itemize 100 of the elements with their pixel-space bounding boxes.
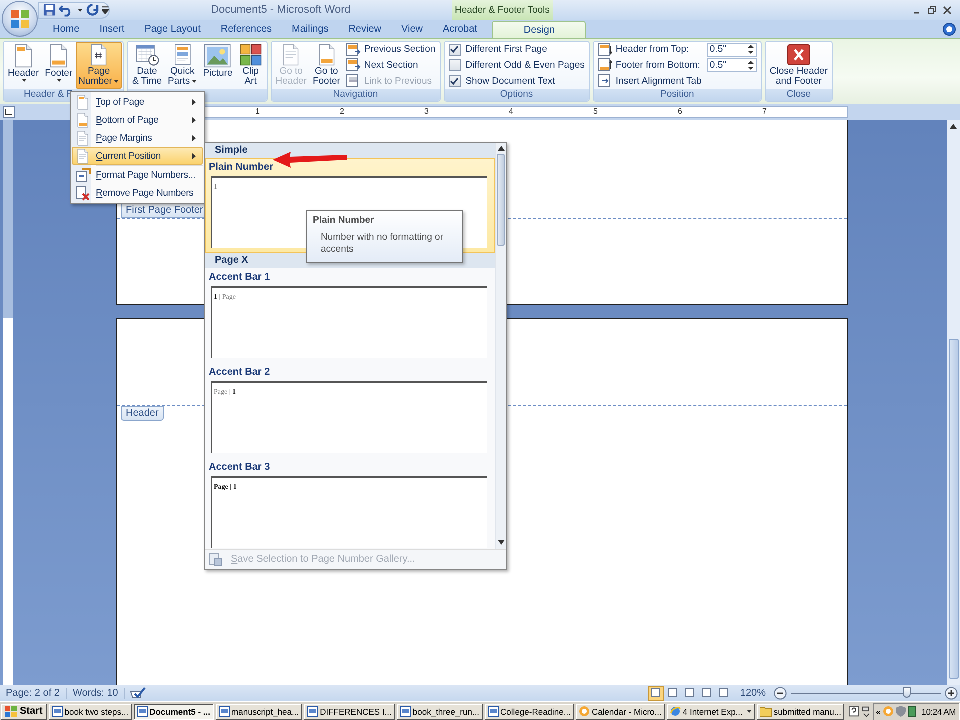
spinner-arrows-icon[interactable] [748, 60, 754, 71]
taskbar-button[interactable]: submitted manu... [756, 704, 844, 720]
document-icon [488, 706, 499, 717]
checkbox[interactable] [448, 75, 461, 88]
ribbon-button[interactable]: Quick Parts [165, 42, 200, 89]
show-hidden-icons-button[interactable]: « [876, 706, 881, 716]
ribbon-button[interactable]: Header [5, 42, 42, 89]
ribbon-button[interactable]: Footer [42, 42, 76, 89]
ribbon-small-button[interactable]: Insert Alignment Tab [598, 74, 757, 89]
taskbar-button[interactable]: Document5 - ... [134, 704, 214, 720]
menu-item[interactable]: Page Margins [72, 129, 203, 147]
taskbar-button[interactable]: manuscript_hea... [216, 704, 302, 720]
start-button[interactable]: Start [1, 704, 47, 720]
ruler-number: 7 [762, 107, 768, 117]
page-icon [49, 44, 69, 68]
checkbox[interactable] [448, 59, 461, 72]
ribbon-tab[interactable]: Review [340, 21, 390, 38]
scrollbar[interactable] [947, 120, 960, 685]
zoom-in-icon[interactable] [945, 686, 958, 700]
restore-icon[interactable] [928, 6, 937, 14]
scrollbar[interactable] [495, 143, 506, 549]
ribbon-button[interactable]: Go to Footer [310, 42, 344, 89]
window-title: Document5 - Microsoft Word [211, 4, 351, 16]
ribbon-button[interactable]: Clip Art [236, 42, 266, 89]
zoom-slider-thumb[interactable] [902, 686, 910, 698]
ribbon-tab[interactable]: Home [44, 21, 89, 38]
ruler-toggle-icon[interactable] [3, 106, 15, 118]
save-to-gallery-icon [209, 552, 223, 566]
word-count[interactable]: Words: 10 [66, 688, 126, 698]
zoom-out-icon[interactable] [774, 686, 787, 700]
close-icon [786, 44, 811, 66]
link-icon [346, 74, 362, 88]
calendar-app-icon [578, 706, 590, 717]
ribbon-button[interactable]: Picture [200, 42, 236, 89]
page-count[interactable]: Page: 2 of 2 [0, 688, 67, 698]
submenu-arrow-icon [192, 98, 196, 106]
menu-item[interactable]: Top of Page [72, 93, 203, 111]
menu-item[interactable]: Current Position [72, 147, 203, 165]
menu-item[interactable]: Remove Page Numbers [72, 184, 203, 202]
caret-icon [746, 710, 752, 713]
spin-label: Footer from Bottom: [616, 60, 702, 71]
network-icon[interactable] [862, 706, 872, 718]
customize-icon[interactable] [102, 6, 109, 14]
save-icon[interactable] [43, 3, 56, 17]
scroll-up-icon[interactable] [498, 146, 504, 151]
scroll-down-icon[interactable] [498, 540, 504, 545]
tooltip-title: Plain Number [313, 215, 376, 226]
device-icon[interactable] [908, 706, 916, 717]
spin-field[interactable]: 0.5" [706, 58, 757, 72]
gallery-section-heading: Simple [205, 143, 495, 158]
taskbar-button[interactable]: 4 Internet Exp... [666, 704, 755, 720]
ribbon-tab[interactable]: Acrobat [434, 21, 486, 38]
ribbon-tab[interactable]: References [212, 21, 282, 38]
scroll-thumb[interactable] [948, 339, 958, 679]
ribbon-tab[interactable]: Mailings [283, 21, 338, 38]
submenu-arrow-icon [192, 134, 196, 142]
taskbar-button[interactable]: book two steps... [48, 704, 132, 720]
taskbar-button[interactable]: College-Readine... [484, 704, 574, 720]
ruler-number: 6 [678, 107, 684, 117]
undo-icon[interactable] [59, 3, 73, 17]
caret-icon [22, 79, 28, 82]
ruler-number: 3 [424, 107, 430, 117]
help-icon[interactable] [849, 706, 860, 717]
ruler-number: 4 [509, 107, 514, 117]
taskbar-button[interactable]: book_three_run... [396, 704, 483, 720]
ribbon-tab[interactable]: Insert [90, 21, 134, 38]
scroll-thumb[interactable] [497, 154, 505, 246]
group-label: Close [786, 89, 812, 100]
ribbon-tab[interactable]: Page Layout [136, 21, 210, 38]
close-icon[interactable] [943, 6, 952, 14]
ruler-number: 5 [594, 107, 599, 117]
ribbon-small-button[interactable]: Next Section [346, 58, 436, 73]
page-icon [77, 148, 89, 164]
ribbon-tab[interactable]: Design [492, 21, 586, 38]
header-tag: Header [121, 406, 164, 421]
page-icon [282, 44, 300, 66]
taskbar-button[interactable]: DIFFERENCES I... [304, 704, 395, 720]
proofing-icon[interactable] [129, 686, 148, 700]
menu-item[interactable]: Format Page Numbers... [72, 166, 203, 184]
view-button[interactable] [648, 686, 664, 700]
ribbon-button[interactable]: Page Number [76, 42, 122, 89]
folder-icon [760, 706, 772, 716]
ribbon-tab[interactable]: View [392, 21, 432, 38]
ribbon-button[interactable]: Date & Time [129, 42, 165, 89]
page-icon [14, 44, 34, 68]
menu-item[interactable]: Bottom of Page [72, 111, 203, 129]
checkbox[interactable] [448, 44, 461, 56]
zoom-level[interactable]: 120% [740, 688, 766, 698]
caret-icon [78, 8, 83, 12]
context-tab-header: Header & Footer Tools [452, 0, 553, 20]
redo-icon[interactable] [86, 3, 100, 17]
spinner-arrows-icon[interactable] [748, 44, 754, 56]
submenu-arrow-icon [192, 152, 196, 160]
help-icon[interactable] [943, 22, 956, 36]
spin-field[interactable]: 0.5" [706, 42, 757, 57]
calendar-icon [136, 44, 159, 66]
ribbon-button[interactable]: Close Header and Footer [766, 42, 831, 89]
ribbon-small-button[interactable]: Previous Section [346, 42, 436, 58]
scroll-up-icon[interactable] [950, 124, 957, 129]
taskbar-button[interactable]: Calendar - Micro... [576, 704, 665, 720]
